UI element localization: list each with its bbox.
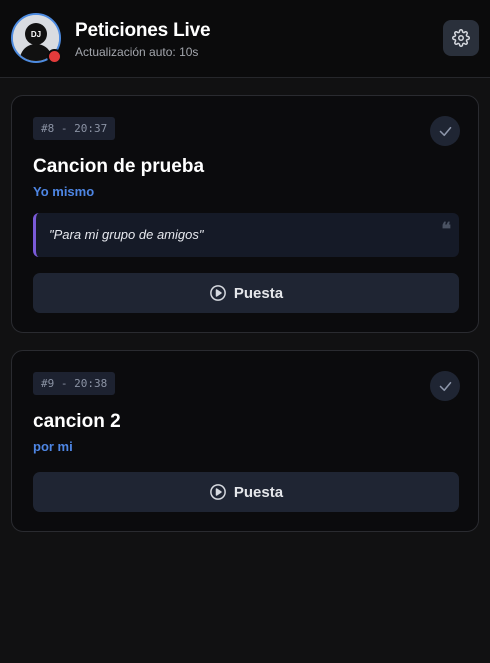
song-title: cancion 2	[33, 411, 121, 432]
app-title: Peticiones Live	[75, 20, 211, 41]
request-card: #8 - 20:37 Cancion de prueba Yo mismo "P…	[11, 95, 479, 333]
request-id-badge: #9 - 20:38	[33, 372, 116, 395]
request-id-badge: #8 - 20:37	[33, 117, 116, 140]
message-text: "Para mi grupo de amigos"	[49, 227, 204, 242]
play-circle-icon	[210, 484, 226, 500]
requester-name: Yo mismo	[33, 184, 95, 199]
mark-played-label: Puesta	[233, 483, 284, 501]
quote-icon: ❝	[441, 219, 451, 240]
live-status-dot	[47, 49, 62, 64]
request-card: #9 - 20:38 cancion 2 por mi Puesta	[11, 350, 479, 532]
mark-done-button[interactable]	[430, 116, 460, 146]
song-title: Cancion de prueba	[33, 156, 205, 177]
avatar[interactable]: DJ	[11, 13, 62, 64]
gear-icon	[452, 29, 470, 47]
request-message: "Para mi grupo de amigos" ❝	[33, 213, 459, 257]
mark-done-button[interactable]	[430, 371, 460, 401]
svg-text:DJ: DJ	[31, 30, 41, 39]
mark-played-button[interactable]: Puesta	[33, 273, 459, 313]
mark-played-button[interactable]: Puesta	[33, 472, 459, 512]
header-bar: DJ Peticiones Live Actualización auto: 1…	[0, 0, 490, 78]
check-icon	[439, 126, 451, 136]
auto-refresh-status: Actualización auto: 10s	[75, 45, 199, 59]
mark-played-label: Puesta	[233, 284, 284, 302]
check-icon	[439, 381, 451, 391]
settings-button[interactable]	[443, 20, 479, 56]
requester-name: por mi	[33, 439, 73, 454]
play-circle-icon	[210, 285, 226, 301]
